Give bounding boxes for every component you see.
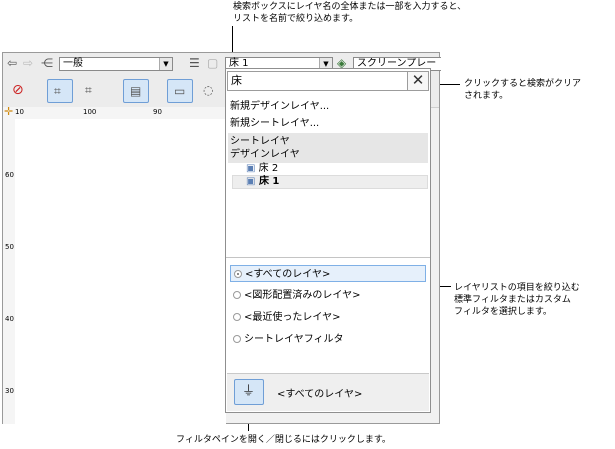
class-tree-icon[interactable]: ⋲ xyxy=(41,56,53,70)
current-filter-label: <すべてのレイヤ> xyxy=(277,389,363,400)
filter-recent-layers[interactable]: <最近使ったレイヤ> xyxy=(230,309,426,326)
filter-icon: ⏚ xyxy=(242,384,256,399)
class-combo-value: 一般 xyxy=(63,58,83,69)
filter-label: <最近使ったレイヤ> xyxy=(244,312,341,323)
layer-item-name: 床 2 xyxy=(258,163,279,174)
layer-popup: 床 ✕ 新規デザインレイヤ... 新規シートレイヤ... シートレイヤ デザイン… xyxy=(225,68,431,413)
ruler-v-tick: 60 xyxy=(5,171,14,179)
clear-search-button[interactable]: ✕ xyxy=(407,72,428,90)
page-icon: ▭ xyxy=(174,84,186,98)
filter-all-layers[interactable]: <すべてのレイヤ> xyxy=(230,265,426,282)
filter-pane-callout: フィルタペインを開く／閉じるにはクリックします。 xyxy=(176,435,391,445)
design-layer-group[interactable]: デザインレイヤ xyxy=(230,148,300,161)
radio-on-icon xyxy=(234,270,242,278)
no-snap-icon: ⊘ xyxy=(12,82,24,98)
new-sheet-layer-item[interactable]: 新規シートレイヤ... xyxy=(230,117,319,130)
layer-item[interactable]: ▣ 床 2 xyxy=(246,162,278,175)
filter-placed-layers[interactable]: <図形配置済みのレイヤ> xyxy=(230,287,426,304)
filter-pane-toggle-button[interactable]: ⏚ xyxy=(234,379,264,405)
radio-off-icon xyxy=(233,313,241,321)
pane-divider xyxy=(226,257,430,258)
lasso-button[interactable]: ◌ xyxy=(197,79,223,103)
chevron-down-icon: ▼ xyxy=(159,58,172,70)
filter-pane-bar: ⏚ <すべてのレイヤ> xyxy=(227,373,429,411)
layer-search-value: 床 xyxy=(231,74,242,87)
filter-label: <すべてのレイヤ> xyxy=(245,269,331,280)
ruler-h-tick: 10 xyxy=(15,108,24,116)
sheet-layer-group[interactable]: シートレイヤ xyxy=(230,135,290,148)
layout-icon: ▤ xyxy=(130,84,142,98)
snap-grid-icon: ⌗ xyxy=(54,84,61,98)
snap-off-button[interactable]: ⊘ xyxy=(9,79,35,103)
back-arrow-icon[interactable]: ⇦ xyxy=(7,56,17,70)
snap-grid-button[interactable]: ⌗ xyxy=(47,79,73,103)
layer-search-box[interactable]: 床 ✕ xyxy=(227,71,429,91)
snap-object-button[interactable]: ⌗ xyxy=(79,79,105,103)
layer-square-icon[interactable]: ▢ xyxy=(207,56,218,70)
ruler-v-tick: 50 xyxy=(5,243,14,251)
layer-stack-icon[interactable]: ☰ xyxy=(189,56,200,70)
layer-item[interactable]: ▣ 床 1 xyxy=(246,175,279,188)
ruler-h-tick: 90 xyxy=(153,108,162,116)
clear-callout: クリックすると検索がクリア されます。 xyxy=(464,79,582,101)
class-combo[interactable]: 一般 ▼ xyxy=(59,57,173,71)
radio-off-icon xyxy=(233,335,241,343)
radio-off-icon xyxy=(233,291,241,299)
layer-item-name: 床 1 xyxy=(258,176,280,187)
layer-icon: ▣ xyxy=(246,163,256,174)
filter-label: <図形配置済みのレイヤ> xyxy=(244,290,361,301)
layout-button[interactable]: ▤ xyxy=(123,79,149,103)
page-button[interactable]: ▭ xyxy=(167,79,193,103)
drawing-canvas[interactable] xyxy=(15,119,226,424)
filter-sheet-layers[interactable]: シートレイヤフィルタ xyxy=(230,331,426,348)
search-callout: 検索ボックスにレイヤ名の全体または一部を入力すると、 リストを名前で絞り込めます… xyxy=(233,2,467,24)
ruler-h-tick: 100 xyxy=(83,108,97,116)
forward-arrow-icon[interactable]: ⇨ xyxy=(23,56,33,70)
layer-icon: ▣ xyxy=(246,176,256,187)
lasso-icon: ◌ xyxy=(203,83,214,97)
close-icon: ✕ xyxy=(411,71,425,89)
ruler-origin-icon[interactable]: ✛ xyxy=(4,105,13,119)
ruler-v-tick: 30 xyxy=(5,387,14,395)
filter-label: シートレイヤフィルタ xyxy=(244,334,344,345)
ruler-v-tick: 40 xyxy=(5,315,14,323)
new-design-layer-item[interactable]: 新規デザインレイヤ... xyxy=(230,100,329,113)
snap-object-icon: ⌗ xyxy=(85,83,92,97)
filter-list-callout: レイヤリストの項目を絞り込む 標準フィルタまたはカスタム フィルタを選択します。 xyxy=(454,283,580,317)
